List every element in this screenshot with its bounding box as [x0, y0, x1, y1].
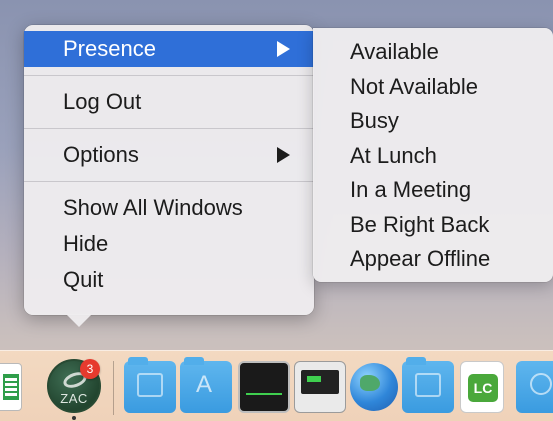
zac-app-label: ZAC [60, 391, 88, 406]
menu-item-label: Options [63, 142, 139, 167]
menu-item-quit[interactable]: Quit [24, 262, 314, 298]
menu-item-presence[interactable]: Presence [24, 31, 314, 67]
submenu-item-available[interactable]: Available [313, 35, 553, 70]
document-folder-icon[interactable] [402, 357, 454, 413]
submenu-item-appear-offline[interactable]: Appear Offline [313, 242, 553, 277]
applications-folder-icon[interactable]: A [180, 357, 232, 413]
menu-item-options[interactable]: Options [24, 137, 314, 173]
lc-app-icon[interactable]: LC [460, 361, 504, 413]
submenu-arrow-icon [277, 41, 290, 57]
submenu-item-at-lunch[interactable]: At Lunch [313, 139, 553, 174]
menu-separator [24, 128, 314, 129]
console-screen-icon [301, 370, 339, 394]
menu-item-log-out[interactable]: Log Out [24, 84, 314, 120]
applications-glyph-icon: A [196, 371, 213, 398]
menu-item-label: Hide [63, 231, 109, 256]
lc-logo-icon: LC [468, 374, 498, 402]
menu-separator [24, 181, 314, 182]
globe-icon[interactable] [350, 363, 398, 411]
folder-icon[interactable] [124, 357, 176, 413]
submenu-item-in-a-meeting[interactable]: In a Meeting [313, 173, 553, 208]
console-icon[interactable] [294, 361, 346, 413]
presence-submenu: Available Not Available Busy At Lunch In… [313, 28, 553, 282]
context-menu: Presence Log Out Options Show All Window… [24, 25, 314, 327]
menu-item-hide[interactable]: Hide [24, 226, 314, 262]
notification-badge: 3 [80, 359, 100, 379]
submenu-item-be-right-back[interactable]: Be Right Back [313, 208, 553, 243]
document-glyph-icon [415, 373, 441, 397]
submenu-arrow-icon [277, 147, 290, 163]
window-glyph-icon [137, 373, 163, 397]
numbers-icon[interactable] [0, 363, 22, 411]
menu-item-label: Show All Windows [63, 195, 243, 220]
menu-item-label: Quit [63, 267, 104, 292]
activity-monitor-icon[interactable] [238, 361, 290, 413]
menu-separator [24, 75, 314, 76]
menu-item-label: Log Out [63, 89, 142, 114]
numbers-icon-grid [3, 374, 19, 400]
download-arrow-icon [530, 373, 552, 395]
dock-divider [113, 361, 114, 415]
globe-land-icon [360, 375, 380, 391]
menu-item-label: Presence [63, 36, 156, 61]
menu-item-show-all-windows[interactable]: Show All Windows [24, 190, 314, 226]
submenu-item-not-available[interactable]: Not Available [313, 70, 553, 105]
submenu-item-busy[interactable]: Busy [313, 104, 553, 139]
dock: ZAC 3 A LC [0, 350, 553, 421]
running-indicator [72, 416, 76, 420]
activity-pulse-icon [246, 383, 282, 395]
downloads-folder-icon[interactable] [516, 361, 553, 413]
